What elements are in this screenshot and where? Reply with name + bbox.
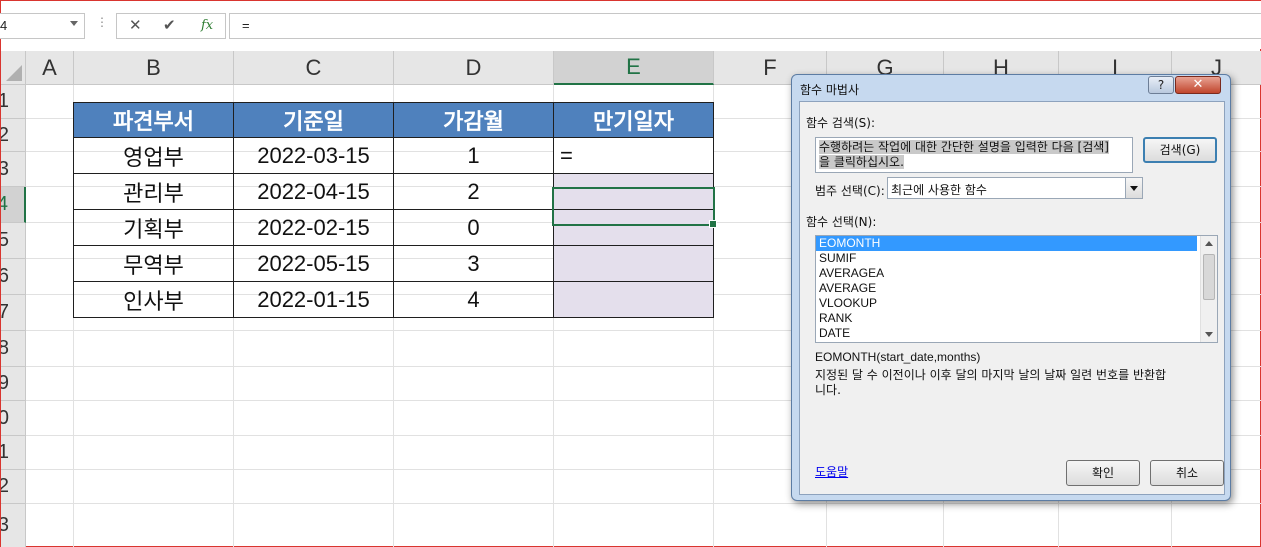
list-item[interactable]: SUMIF [816,251,1197,266]
dialog-body: 함수 검색(S): 수행하려는 작업에 대한 간단한 설명을 입력한 다음 [검… [799,101,1225,495]
list-item[interactable]: RANK [816,311,1197,326]
list-item[interactable]: AVERAGE [816,281,1197,296]
table-cell[interactable]: 4 [393,281,554,318]
column-header-c[interactable]: C [234,51,394,85]
insert-function-icon[interactable]: fx [201,18,213,33]
table-cell[interactable]: 인사부 [73,281,234,318]
table-cell[interactable]: 2022-02-15 [233,209,394,246]
formula-buttons: ✕ ✔ fx [116,13,226,39]
row-header-12[interactable]: 12 [1,470,26,504]
dialog-title: 함수 마법사 [800,83,860,97]
table-cell[interactable]: 관리부 [73,173,234,210]
drag-handle-icon[interactable]: ⋮ [96,15,108,29]
chevron-down-icon[interactable] [70,21,78,26]
search-label: 함수 검색(S): [806,116,875,130]
row-header-8[interactable]: 8 [1,331,26,367]
cancel-button[interactable]: 취소 [1150,460,1224,486]
function-list[interactable]: EOMONTH SUMIF AVERAGEA AVERAGE VLOOKUP R… [815,235,1218,343]
active-cell-border[interactable] [552,187,717,228]
column-header-b[interactable]: B [74,51,234,85]
header-cell[interactable]: 가감월 [393,102,554,138]
header-cell[interactable]: 만기일자 [553,102,714,138]
header-cell[interactable]: 파견부서 [73,102,234,138]
list-item[interactable]: AVERAGEA [816,266,1197,281]
row-header-1[interactable]: 1 [1,85,26,119]
formula-input[interactable]: = [229,13,1261,39]
name-box-value: 4 [0,18,8,33]
search-text-line2: 을 클릭하십시오. [819,155,904,169]
column-header-d[interactable]: D [394,51,554,85]
table-row: 인사부 2022-01-15 4 [73,281,714,318]
header-cell[interactable]: 기준일 [233,102,394,138]
table-cell[interactable]: 1 [393,137,554,174]
category-label: 범주 선택(C): [815,184,885,198]
column-header-a[interactable]: A [26,51,74,85]
active-cell-input[interactable]: = [553,137,714,174]
close-icon[interactable]: ✕ [1175,76,1221,94]
table-cell[interactable]: 무역부 [73,245,234,282]
chevron-down-icon[interactable] [1125,178,1142,198]
check-icon[interactable]: ✔ [163,16,176,34]
list-item[interactable]: EOMONTH [816,236,1197,251]
table-cell[interactable] [553,281,714,318]
row-header-5[interactable]: 5 [1,223,26,259]
search-button[interactable]: 검색(G) [1143,137,1217,163]
cancel-icon[interactable]: ✕ [129,16,142,34]
table-cell[interactable]: 2022-04-15 [233,173,394,210]
function-description: 지정된 달 수 이전이나 이후 달의 마지막 날의 날짜 일련 번호를 반환합니… [815,368,1167,397]
help-link[interactable]: 도움말 [815,463,848,480]
scrollbar[interactable] [1200,236,1217,342]
row-header-2[interactable]: 2 [1,119,26,152]
category-select[interactable]: 최근에 사용한 함수 [887,177,1143,199]
row-header-9[interactable]: 9 [1,367,26,401]
table-cell[interactable]: 2022-05-15 [233,245,394,282]
list-item[interactable]: DATE [816,326,1197,341]
table-row: 영업부 2022-03-15 1 = [73,137,714,174]
row-header-6[interactable]: 6 [1,259,26,295]
table-cell[interactable]: 2022-03-15 [233,137,394,174]
table-header-row: 파견부서 기준일 가감월 만기일자 [73,102,714,138]
column-header-e[interactable]: E [554,51,714,85]
search-text-line1: 수행하려는 작업에 대한 간단한 설명을 입력한 다음 [검색] [819,140,1109,154]
table-cell[interactable]: 기획부 [73,209,234,246]
category-value: 최근에 사용한 함수 [891,183,987,197]
formula-bar: 4 ⋮ ✕ ✔ fx = [0,1,1261,49]
name-box[interactable]: 4 [0,13,85,39]
table-cell[interactable]: 2 [393,173,554,210]
function-syntax: EOMONTH(start_date,months) [815,350,981,364]
table-row: 무역부 2022-05-15 3 [73,245,714,282]
function-wizard-dialog: 함수 마법사 ? ✕ 함수 검색(S): 수행하려는 작업에 대한 간단한 설명… [791,74,1231,501]
scroll-up-icon[interactable] [1205,241,1213,246]
ok-button[interactable]: 확인 [1066,460,1140,486]
row-header-3[interactable]: 3 [1,152,26,187]
function-search-input[interactable]: 수행하려는 작업에 대한 간단한 설명을 입력한 다음 [검색] 을 클릭하십시… [815,137,1133,173]
list-item[interactable]: VLOOKUP [816,296,1197,311]
scroll-thumb[interactable] [1203,254,1215,300]
table-cell[interactable]: 0 [393,209,554,246]
table-cell[interactable]: 영업부 [73,137,234,174]
table-cell[interactable]: 3 [393,245,554,282]
table-cell[interactable] [553,245,714,282]
gridline [26,503,1261,504]
row-header-11[interactable]: 11 [1,436,26,470]
select-all-button[interactable] [1,51,26,85]
help-icon[interactable]: ? [1148,76,1174,94]
row-header-13[interactable]: 13 [1,504,26,547]
scroll-down-icon[interactable] [1205,332,1213,337]
row-header-10[interactable]: 10 [1,401,26,436]
row-header-4[interactable]: 4 [1,187,26,223]
table-cell[interactable]: 2022-01-15 [233,281,394,318]
row-header-7[interactable]: 7 [1,295,26,331]
function-list-label: 함수 선택(N): [806,215,877,229]
